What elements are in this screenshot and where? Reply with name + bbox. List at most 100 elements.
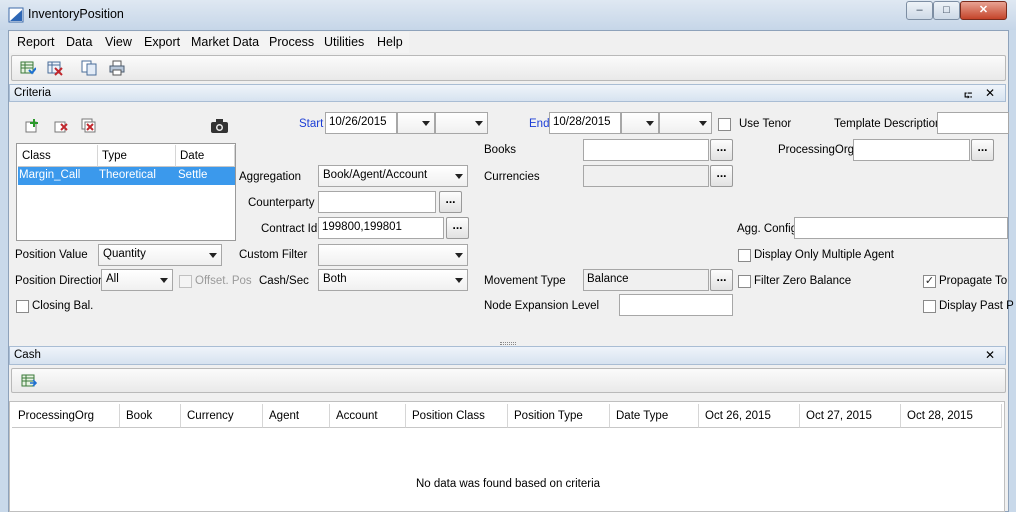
position-direction-dropdown[interactable]: All (101, 269, 173, 291)
offset-pos-checkbox[interactable] (179, 275, 192, 288)
cell-type: Theoretical (99, 169, 156, 181)
column-header-book[interactable]: Book (120, 404, 181, 428)
table-row[interactable]: Margin_Call Theoretical Settle (18, 167, 235, 185)
propagate-to-label: Propagate To (939, 275, 1008, 287)
cash-sec-dropdown[interactable]: Both (318, 269, 468, 291)
template-description-field[interactable] (937, 112, 1009, 134)
column-header-account[interactable]: Account (330, 404, 406, 428)
use-tenor-checkbox[interactable] (718, 118, 731, 131)
title-bar (0, 0, 1016, 30)
processing-org-field[interactable] (853, 139, 970, 161)
start-date-field[interactable]: 10/26/2015 (325, 112, 397, 134)
class-table: Class Type Date Margin_Call Theoretical … (16, 143, 236, 241)
propagate-to-checkbox[interactable]: ✓ (923, 275, 936, 288)
currencies-field[interactable] (583, 165, 709, 187)
cash-grid: ProcessingOrg Book Currency Agent Accoun… (9, 401, 1005, 512)
currencies-label: Currencies (484, 171, 540, 183)
position-value-label: Position Value (15, 249, 88, 261)
menu-data[interactable]: Data (66, 35, 92, 49)
menu-process[interactable]: Process (269, 35, 314, 49)
start-hour-dropdown[interactable] (397, 112, 435, 134)
books-field[interactable] (583, 139, 709, 161)
node-expansion-level-label: Node Expansion Level (484, 300, 600, 312)
camera-icon[interactable] (210, 118, 229, 134)
load-grid-icon[interactable] (20, 60, 36, 76)
cell-class: Margin_Call (19, 169, 81, 181)
movement-type-chooser-button[interactable]: ... (710, 269, 733, 291)
menu-report[interactable]: Report (17, 35, 55, 49)
position-direction-label: Position Direction (15, 275, 105, 287)
menu-help[interactable]: Help (377, 35, 403, 49)
display-past-checkbox[interactable] (923, 300, 936, 313)
end-label: End (529, 118, 550, 130)
column-header-processing-org[interactable]: ProcessingOrg (12, 404, 120, 428)
column-header-type[interactable]: Type (98, 145, 176, 167)
close-window-button[interactable]: ✕ (960, 1, 1007, 20)
cash-toolbar (11, 368, 1006, 393)
main-toolbar (11, 55, 1006, 81)
position-direction-value: All (106, 273, 119, 285)
use-tenor-label: Use Tenor (739, 118, 792, 130)
end-hour-dropdown[interactable] (621, 112, 659, 134)
processing-org-chooser-button[interactable]: ... (971, 139, 994, 161)
agg-config-field[interactable] (794, 217, 1008, 239)
aggregation-dropdown[interactable]: Book/Agent/Account (318, 165, 468, 187)
column-header-oct-28[interactable]: Oct 28, 2015 (901, 404, 1002, 428)
column-header-agent[interactable]: Agent (263, 404, 330, 428)
display-past-label: Display Past P (939, 300, 1014, 312)
criteria-close-icon[interactable]: ✕ (985, 86, 995, 100)
cell-date: Settle (178, 169, 208, 181)
filter-zero-balance-checkbox[interactable] (738, 275, 751, 288)
cash-title: Cash (14, 349, 41, 361)
offset-pos-label: Offset. Pos (195, 275, 252, 287)
column-header-currency[interactable]: Currency (181, 404, 263, 428)
closing-bal-label: Closing Bal. (32, 300, 94, 312)
delete-grid-icon[interactable] (47, 60, 63, 76)
closing-bal-checkbox[interactable] (16, 300, 29, 313)
end-date-field[interactable]: 10/28/2015 (549, 112, 621, 134)
start-label: Start (299, 118, 324, 130)
cash-close-icon[interactable]: ✕ (985, 348, 995, 362)
menu-market-data[interactable]: Market Data (191, 35, 259, 49)
column-header-position-type[interactable]: Position Type (508, 404, 610, 428)
display-only-multiple-agent-label: Display Only Multiple Agent (754, 249, 894, 261)
contract-id-chooser-button[interactable]: ... (446, 217, 469, 239)
splitter-handle[interactable] (500, 342, 516, 345)
aggregation-value: Book/Agent/Account (323, 169, 428, 181)
column-header-oct-26[interactable]: Oct 26, 2015 (699, 404, 800, 428)
menu-view[interactable]: View (105, 35, 132, 49)
cash-sec-label: Cash/Sec (259, 275, 309, 287)
print-icon[interactable] (109, 60, 125, 76)
criteria-title: Criteria (14, 87, 52, 99)
position-value-dropdown[interactable]: Quantity (98, 244, 222, 266)
currencies-chooser-button[interactable]: ... (710, 165, 733, 187)
custom-filter-label: Custom Filter (239, 249, 308, 261)
add-icon[interactable] (24, 118, 40, 134)
export-grid-icon[interactable] (21, 373, 37, 389)
maximize-button[interactable]: □ (933, 1, 960, 20)
remove-all-icon[interactable] (81, 118, 97, 134)
node-expansion-level-field[interactable] (619, 294, 733, 316)
empty-message: No data was found based on criteria (415, 478, 601, 490)
movement-type-field[interactable]: Balance (583, 269, 709, 291)
pin-icon[interactable]: ⮓ (964, 87, 973, 106)
books-chooser-button[interactable]: ... (710, 139, 733, 161)
column-header-position-class[interactable]: Position Class (406, 404, 508, 428)
minimize-button[interactable]: – (906, 1, 933, 20)
column-header-oct-27[interactable]: Oct 27, 2015 (800, 404, 901, 428)
remove-icon[interactable] (53, 118, 69, 134)
counterparty-chooser-button[interactable]: ... (439, 191, 462, 213)
menu-utilities[interactable]: Utilities (324, 35, 364, 49)
custom-filter-dropdown[interactable] (318, 244, 468, 266)
end-minute-dropdown[interactable] (659, 112, 712, 134)
counterparty-field[interactable] (318, 191, 436, 213)
menu-export[interactable]: Export (144, 35, 180, 49)
column-header-date-type[interactable]: Date Type (610, 404, 699, 428)
app-icon (8, 7, 24, 23)
display-only-multiple-agent-checkbox[interactable] (738, 249, 751, 262)
start-minute-dropdown[interactable] (435, 112, 488, 134)
contract-id-field[interactable]: 199800,199801 (318, 217, 444, 239)
column-header-class[interactable]: Class (18, 145, 98, 167)
column-header-date[interactable]: Date (176, 145, 235, 167)
copy-icon[interactable] (81, 60, 97, 76)
